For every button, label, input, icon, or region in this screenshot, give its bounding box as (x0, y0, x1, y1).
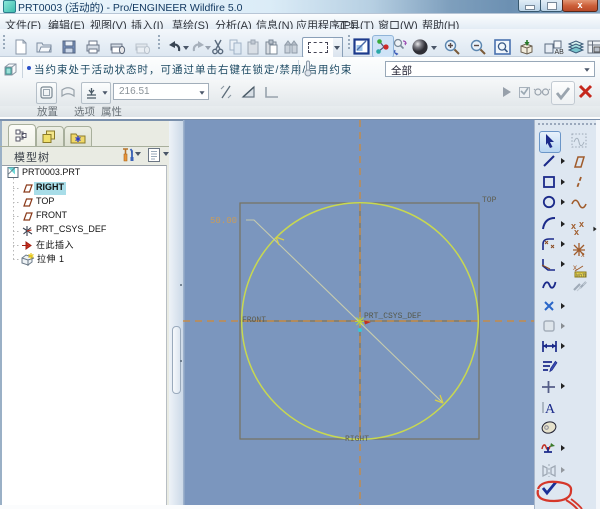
svg-text:RIGHT: RIGHT (345, 435, 369, 444)
svg-text:FRONT: FRONT (242, 316, 266, 325)
svg-text:AB: AB (555, 49, 565, 56)
svg-text:50.00: 50.00 (210, 216, 237, 226)
svg-text:x: x (579, 219, 584, 229)
svg-text:MYR: MYR (576, 273, 587, 278)
svg-text:PRT_CSYS_DEF: PRT_CSYS_DEF (364, 312, 422, 321)
svg-text:TOP: TOP (482, 196, 497, 205)
svg-text:x: x (581, 252, 585, 259)
svg-text:x: x (574, 227, 579, 237)
svg-text:A: A (545, 402, 556, 417)
